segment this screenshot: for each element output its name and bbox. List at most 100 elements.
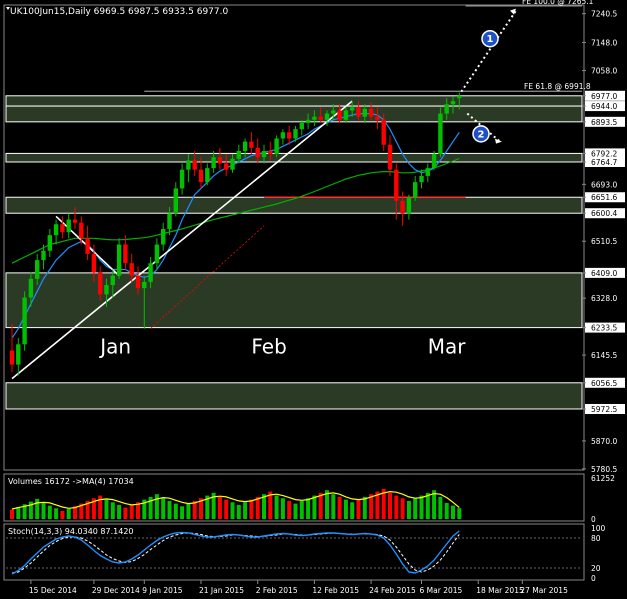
price-label: 7240.5 bbox=[591, 10, 617, 19]
candle-body bbox=[318, 116, 323, 120]
volume-bar bbox=[388, 492, 392, 519]
stochastic-axis-label: 80 bbox=[591, 534, 601, 543]
sr-zone bbox=[5, 105, 583, 123]
volume-bar bbox=[173, 503, 178, 519]
price-label: 7058.0 bbox=[591, 67, 617, 76]
volume-bar bbox=[287, 500, 292, 519]
candle-body bbox=[123, 244, 128, 264]
candle bbox=[438, 107, 443, 158]
time-label: 6 Mar 2015 bbox=[420, 586, 463, 595]
candle-body bbox=[22, 297, 27, 345]
candle-body bbox=[450, 101, 456, 105]
candle-body bbox=[98, 272, 103, 295]
candle-body bbox=[85, 238, 90, 254]
candle bbox=[274, 135, 279, 158]
price-label: 7148.0 bbox=[591, 38, 617, 47]
candle-body bbox=[419, 175, 424, 183]
price-label: 6977.0 bbox=[591, 92, 617, 101]
volume-bar bbox=[224, 499, 229, 519]
volume-bar bbox=[66, 508, 71, 519]
candle-body bbox=[192, 160, 197, 170]
volume-bar bbox=[350, 502, 355, 519]
time-label: 12 Feb 2015 bbox=[312, 586, 359, 595]
volume-bar bbox=[104, 499, 109, 519]
candle-body bbox=[249, 141, 254, 148]
time-label: 2 Feb 2015 bbox=[256, 586, 298, 595]
volume-bar bbox=[356, 499, 361, 519]
volume-bar bbox=[54, 508, 59, 519]
volume-bar bbox=[400, 498, 405, 519]
price-label: 6764.7 bbox=[591, 158, 617, 167]
price-label: 6651.6 bbox=[591, 193, 617, 202]
trading-chart[interactable]: FE 100.0 @ 7265.1 FE 61.8 @ 6991.8 1 2 Jan… bbox=[0, 0, 627, 599]
candle-body bbox=[79, 222, 84, 239]
candle-body bbox=[72, 219, 78, 223]
candle-body bbox=[211, 157, 216, 169]
price-label: 5870.0 bbox=[591, 437, 617, 446]
sr-zone bbox=[5, 196, 583, 214]
candle-body bbox=[142, 281, 147, 289]
month-label: Feb bbox=[251, 335, 286, 359]
volume-bar bbox=[337, 496, 342, 519]
candle-body bbox=[299, 122, 304, 130]
volume-bar bbox=[255, 496, 260, 519]
candle-body bbox=[457, 95, 462, 99]
volume-bar bbox=[451, 505, 455, 519]
volume-axis-label: 0 bbox=[591, 515, 596, 524]
fibo-level-label: FE 100.0 @ 7265.1 bbox=[522, 0, 594, 6]
time-label: 18 Mar 2015 bbox=[476, 586, 524, 595]
price-label: 6056.5 bbox=[591, 379, 617, 388]
volume-bar bbox=[41, 502, 46, 519]
stochastic-title: Stoch(14,3,3) 94.0340 87.1420 bbox=[8, 527, 134, 536]
candle-body bbox=[167, 213, 172, 229]
candle-body bbox=[444, 104, 449, 114]
candle-body bbox=[230, 158, 235, 170]
volume-bar bbox=[10, 509, 14, 519]
time-label: 24 Feb 2015 bbox=[369, 586, 416, 595]
candle-body bbox=[312, 116, 317, 120]
price-label: 6233.5 bbox=[591, 324, 617, 333]
volume-bar bbox=[274, 495, 279, 519]
candle-body bbox=[9, 350, 15, 365]
candle-body bbox=[381, 119, 386, 145]
volume-bar bbox=[217, 496, 222, 519]
volume-bar bbox=[293, 503, 298, 519]
candle-body bbox=[161, 228, 166, 245]
sr-zone bbox=[5, 95, 583, 107]
candle-body bbox=[331, 110, 336, 114]
candle-body bbox=[129, 263, 134, 276]
sr-zone bbox=[5, 382, 583, 410]
volume-bar bbox=[312, 495, 317, 519]
price-label: 6409.0 bbox=[591, 269, 617, 278]
volume-bar bbox=[186, 503, 191, 519]
sr-zone bbox=[5, 152, 583, 163]
price-label: 6693.0 bbox=[591, 180, 617, 189]
candle-body bbox=[438, 113, 443, 155]
candle-body bbox=[350, 107, 355, 111]
volume-bar bbox=[236, 504, 241, 519]
volume-bar bbox=[299, 500, 304, 519]
candle-body bbox=[268, 150, 273, 155]
volume-bar bbox=[419, 495, 424, 519]
volume-bar bbox=[180, 506, 185, 519]
candle bbox=[22, 291, 27, 351]
volume-bar bbox=[243, 502, 248, 519]
candle-body bbox=[236, 150, 241, 159]
price-label: 6893.5 bbox=[591, 118, 617, 127]
candle-body bbox=[217, 157, 223, 164]
month-label: Jan bbox=[98, 335, 131, 359]
candle-body bbox=[198, 169, 204, 183]
candle-body bbox=[368, 108, 374, 117]
price-label: 6600.4 bbox=[591, 209, 617, 218]
volume-axis-label: 61252 bbox=[591, 474, 615, 483]
volume-bar bbox=[60, 510, 65, 519]
time-label: 21 Jan 2015 bbox=[199, 586, 244, 595]
candle-body bbox=[148, 263, 153, 282]
price-label: 5972.5 bbox=[591, 405, 617, 414]
candle-body bbox=[406, 197, 412, 214]
candle-body bbox=[173, 188, 178, 214]
candle-body bbox=[60, 224, 65, 233]
projection-marker: 2 bbox=[472, 125, 490, 143]
month-label: Mar bbox=[428, 335, 467, 359]
volume-bar bbox=[413, 498, 418, 519]
